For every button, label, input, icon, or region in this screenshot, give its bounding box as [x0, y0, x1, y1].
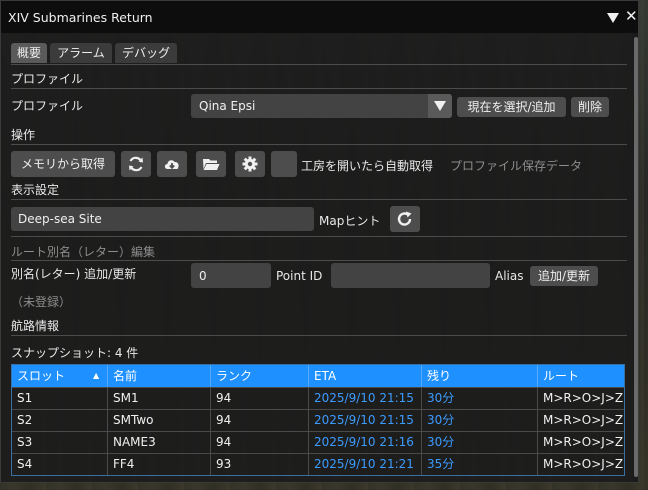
section-divider	[11, 88, 627, 89]
cell-name: SMTwo	[108, 410, 211, 431]
cell-name: FF4	[108, 454, 211, 475]
table-row[interactable]: S2 SMTwo 94 2025/9/10 21:15 30分 M>R>O>J>…	[12, 409, 624, 431]
fetch-from-memory-button[interactable]: メモリから取得	[11, 151, 115, 177]
cell-remaining: 30分	[422, 410, 538, 431]
column-header-route[interactable]: ルート	[538, 365, 624, 387]
cell-name: SM1	[108, 388, 211, 409]
cell-route: M>R>O>J>Z	[543, 413, 624, 427]
alias-label: Alias	[495, 269, 524, 283]
point-id-input[interactable]: 0	[191, 263, 271, 288]
gear-icon	[242, 156, 258, 172]
close-icon[interactable]: ✕	[625, 8, 638, 24]
tab-overview[interactable]: 概要	[11, 43, 47, 63]
map-name-value: Deep-sea Site	[18, 212, 102, 226]
cell-remaining: 35分	[422, 454, 538, 475]
table-row[interactable]: S3 NAME3 94 2025/9/10 21:16 30分 M>R>O>J>…	[12, 431, 624, 453]
submarine-table: スロット ▲ 名前 ランク ETA 残り ルート S1 SM1 94 2025/…	[11, 364, 625, 476]
profile-select[interactable]: Qina Epsi	[191, 94, 452, 118]
snapshot-count-label: スナップショット: 4 件	[11, 346, 139, 360]
open-folder-button[interactable]	[196, 151, 226, 177]
cell-route: M>R>O>J>Z	[543, 457, 624, 471]
column-header-slot[interactable]: スロット ▲	[12, 365, 108, 387]
cell-route: M>R>O>J>Z	[543, 391, 624, 405]
cell-remaining: 30分	[422, 388, 538, 409]
tab-alarm[interactable]: アラーム	[50, 43, 112, 63]
map-name-field[interactable]: Deep-sea Site	[11, 207, 314, 231]
cell-eta: 2025/9/10 21:15	[309, 388, 422, 409]
profile-save-data-label: プロファイル保存データ	[450, 159, 583, 173]
settings-button[interactable]	[235, 151, 265, 177]
sort-ascending-icon: ▲	[93, 371, 100, 380]
refresh-button[interactable]	[121, 151, 151, 177]
delete-profile-button[interactable]: 削除	[571, 97, 609, 117]
unregistered-label: （未登録）	[11, 295, 72, 309]
cell-name: NAME3	[108, 432, 211, 453]
table-row[interactable]: S1 SM1 94 2025/9/10 21:15 30分 M>R>O>J>Z	[12, 387, 624, 409]
collapse-icon[interactable]	[607, 13, 619, 23]
cell-slot: S3	[12, 432, 108, 453]
alias-add-update-label: 別名(レター) 追加/更新	[11, 267, 137, 281]
table-row[interactable]: S4 FF4 93 2025/9/10 21:21 35分 M>R>O>J>Z	[12, 453, 624, 475]
cloud-download-icon	[164, 160, 179, 170]
cell-rank: 94	[211, 388, 309, 409]
table-header: スロット ▲ 名前 ランク ETA 残り ルート	[12, 365, 624, 387]
chevron-down-icon	[434, 101, 446, 111]
point-id-value: 0	[199, 269, 207, 283]
alias-input[interactable]	[331, 263, 490, 288]
cell-remaining: 30分	[422, 432, 538, 453]
display-section-title: 表示設定	[11, 183, 60, 197]
cell-rank: 93	[211, 454, 309, 475]
route-alias-section-title: ルート別名（レター）編集	[11, 245, 156, 259]
cell-eta: 2025/9/10 21:21	[309, 454, 422, 475]
column-header-label: スロット	[17, 369, 66, 383]
section-divider	[11, 260, 627, 261]
cell-rank: 94	[211, 432, 309, 453]
select-add-profile-button[interactable]: 現在を選択/追加	[457, 97, 566, 117]
section-divider	[11, 144, 627, 145]
tab-debug[interactable]: デバッグ	[115, 43, 177, 63]
auto-fetch-checkbox[interactable]	[271, 151, 297, 177]
map-refresh-button[interactable]	[390, 206, 420, 232]
cell-eta: 2025/9/10 21:16	[309, 432, 422, 453]
section-divider	[11, 199, 627, 200]
scrollbar-thumb[interactable]	[634, 37, 638, 477]
map-hint-label: Mapヒント	[319, 214, 381, 228]
point-id-label: Point ID	[276, 269, 323, 283]
column-header-rank[interactable]: ランク	[211, 365, 309, 387]
cloud-download-button[interactable]	[157, 151, 187, 177]
title-bar[interactable]: XIV Submarines Return ✕	[1, 1, 638, 33]
alias-add-update-button[interactable]: 追加/更新	[530, 266, 598, 286]
cell-slot: S4	[12, 454, 108, 475]
tab-divider	[11, 64, 627, 65]
column-header-name[interactable]: 名前	[108, 365, 211, 387]
column-header-remaining[interactable]: 残り	[422, 365, 538, 387]
cell-slot: S2	[12, 410, 108, 431]
window-title: XIV Submarines Return	[8, 10, 153, 25]
plugin-window: XIV Submarines Return ✕ 概要 アラーム デバッグ プロフ…	[0, 0, 639, 483]
profile-select-value: Qina Epsi	[199, 99, 256, 113]
profile-label: プロファイル	[11, 99, 84, 113]
column-header-eta[interactable]: ETA	[309, 365, 422, 387]
cell-route: M>R>O>J>Z	[543, 435, 624, 449]
voyage-section-title: 航路情報	[11, 319, 60, 333]
operations-section-title: 操作	[11, 128, 36, 142]
section-divider	[11, 335, 627, 336]
redo-icon	[397, 211, 412, 226]
profile-section-title: プロファイル	[11, 72, 84, 86]
section-divider	[11, 236, 627, 237]
cell-eta: 2025/9/10 21:15	[309, 410, 422, 431]
refresh-icon	[129, 156, 143, 172]
auto-fetch-label: 工房を開いたら自動取得	[301, 159, 434, 173]
folder-open-icon	[203, 159, 220, 170]
cell-rank: 94	[211, 410, 309, 431]
cell-slot: S1	[12, 388, 108, 409]
dropdown-arrow-box[interactable]	[428, 94, 452, 118]
